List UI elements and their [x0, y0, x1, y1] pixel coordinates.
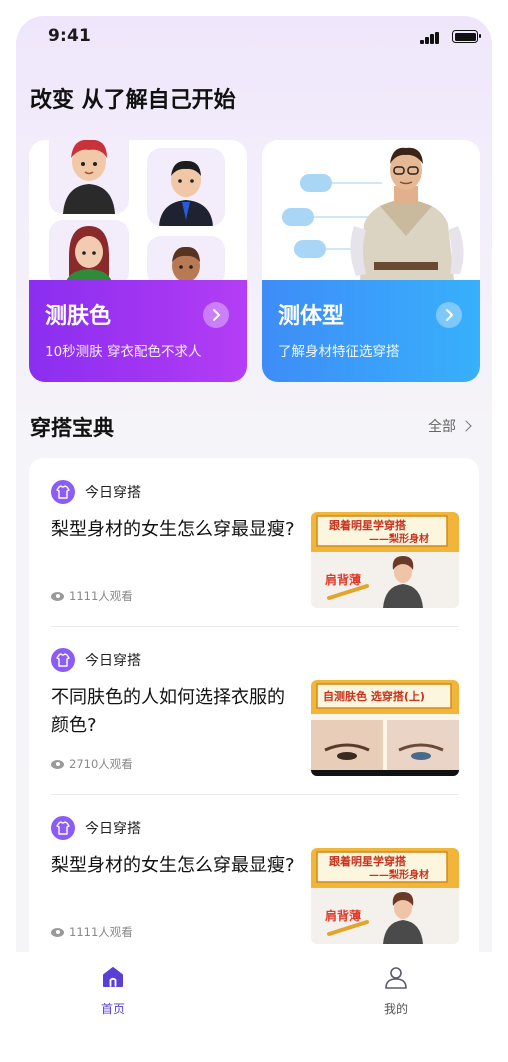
item-thumbnail: 自测肤色 选穿搭(上): [311, 680, 459, 776]
avatar-collage: [29, 140, 247, 286]
item-title: 梨型身材的女生怎么穿最显瘦?: [51, 855, 295, 876]
app-screen: 9:41 改变 从了解自己开始 测肤色 10秒测肤 穿衣配色不求人 测体型 了解…: [16, 16, 492, 1046]
shirt-badge-icon: [51, 648, 75, 672]
eye-icon: [51, 927, 64, 937]
chevron-right-icon: [460, 420, 472, 432]
body-illustration: [262, 140, 480, 280]
chevron-right-icon[interactable]: [203, 302, 229, 328]
battery-icon: [452, 30, 481, 43]
section-title: 穿搭宝典: [30, 416, 114, 440]
skin-test-subtitle: 10秒测肤 穿衣配色不求人: [45, 344, 202, 360]
thumb-badge: 肩背薄: [325, 572, 361, 587]
shirt-badge-icon: [51, 480, 75, 504]
view-all-label: 全部: [428, 419, 456, 435]
eye-icon: [51, 591, 64, 601]
page-headline: 改变 从了解自己开始: [30, 88, 236, 113]
avatar-girl-icon: [65, 226, 113, 286]
view-count-text: 1111人观看: [69, 589, 133, 603]
tab-home-label: 首页: [100, 1002, 125, 1016]
eye-icon: [51, 759, 64, 769]
skin-test-card[interactable]: 测肤色 10秒测肤 穿衣配色不求人: [29, 140, 247, 382]
view-count-text: 1111人观看: [69, 925, 133, 939]
thumb-title: 跟着明星学穿搭: [329, 854, 407, 868]
avatar-punk-icon: [63, 140, 115, 214]
item-title: 不同肤色的人如何选择衣服的颜色?: [51, 687, 285, 736]
status-time: 9:41: [48, 26, 92, 46]
item-tag: 今日穿搭: [85, 821, 141, 837]
article-list: 今日穿搭 梨型身材的女生怎么穿最显瘦? 1111人观看 跟着明星学穿搭 ——梨形…: [29, 458, 479, 968]
body-test-subtitle: 了解身材特征选穿搭: [278, 344, 400, 360]
skin-test-footer: 测肤色 10秒测肤 穿衣配色不求人: [29, 280, 247, 382]
view-count: 1111人观看: [51, 924, 133, 940]
item-title: 梨型身材的女生怎么穿最显瘦?: [51, 519, 295, 540]
tab-profile[interactable]: 我的: [356, 964, 436, 1017]
shirt-badge-icon: [51, 816, 75, 840]
thumb-subtitle: ——梨形身材: [369, 532, 429, 545]
home-icon: [103, 967, 123, 987]
list-item[interactable]: 今日穿搭 不同肤色的人如何选择衣服的颜色? 2710人观看 自测肤色 选穿搭(上…: [29, 626, 479, 794]
signal-icon: [420, 32, 440, 44]
body-test-card[interactable]: 测体型 了解身材特征选穿搭: [262, 140, 480, 382]
thumb-subtitle: ——梨形身材: [369, 868, 429, 881]
status-bar: 9:41: [16, 16, 492, 60]
list-item[interactable]: 今日穿搭 梨型身材的女生怎么穿最显瘦? 1111人观看 跟着明星学穿搭 ——梨形…: [29, 794, 479, 962]
body-test-footer: 测体型 了解身材特征选穿搭: [262, 280, 480, 382]
item-thumbnail: 跟着明星学穿搭 ——梨形身材 肩背薄: [311, 848, 459, 944]
thumb-title: 跟着明星学穿搭: [329, 518, 407, 532]
item-tag: 今日穿搭: [85, 485, 141, 501]
view-all-link[interactable]: 全部: [428, 416, 472, 436]
bottom-tab-bar: 首页 我的: [16, 952, 492, 1046]
thumb-title: 自测肤色 选穿搭(上): [323, 689, 425, 703]
avatar-boy-icon: [172, 246, 200, 282]
item-thumbnail: 跟着明星学穿搭 ——梨形身材 肩背薄: [311, 512, 459, 608]
chevron-right-icon[interactable]: [436, 302, 462, 328]
body-model-icon: [282, 147, 464, 280]
item-tag: 今日穿搭: [85, 653, 141, 669]
user-icon: [385, 967, 407, 989]
tab-profile-label: 我的: [383, 1002, 408, 1016]
thumb-badge: 肩背薄: [325, 908, 361, 923]
view-count: 1111人观看: [51, 588, 133, 604]
view-count-text: 2710人观看: [69, 757, 133, 771]
tab-home[interactable]: 首页: [73, 964, 153, 1017]
avatar-suit-icon: [159, 160, 213, 226]
list-item[interactable]: 今日穿搭 梨型身材的女生怎么穿最显瘦? 1111人观看 跟着明星学穿搭 ——梨形…: [29, 458, 479, 626]
view-count: 2710人观看: [51, 756, 133, 772]
